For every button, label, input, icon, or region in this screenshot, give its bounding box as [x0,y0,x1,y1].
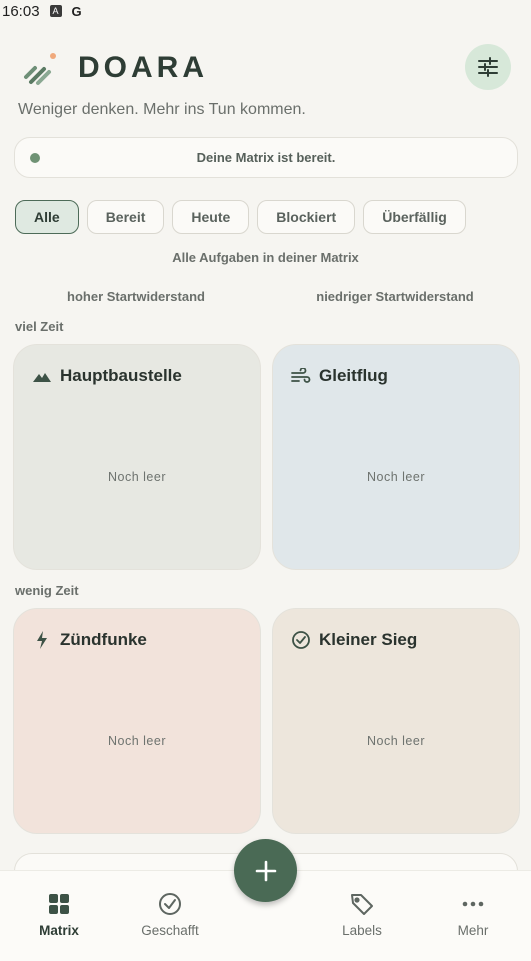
quadrant-hauptbaustelle[interactable]: Hauptbaustelle Noch leer [13,344,261,570]
column-header-low: niedriger Startwiderstand [316,289,474,304]
empty-state: Noch leer [108,734,166,748]
nav-label: Matrix [39,923,79,938]
nav-label: Geschafft [141,923,199,938]
filter-chips: Alle Bereit Heute Blockiert Überfällig [15,200,466,234]
quadrant-title: Hauptbaustelle [32,366,182,386]
nav-item-labels[interactable]: Labels [317,891,407,938]
grid-icon [14,891,104,917]
quadrant-title-text: Hauptbaustelle [60,366,182,385]
status-bar: 16:03 A G [0,0,531,22]
bolt-icon [32,630,52,650]
more-icon [428,891,518,917]
mountain-icon [32,366,52,386]
row-label-little-time: wenig Zeit [15,583,79,598]
logo-icon [24,53,56,85]
status-text: Deine Matrix ist bereit. [196,150,336,165]
sliders-icon [478,57,498,77]
quadrant-title: Gleitflug [291,366,388,386]
tagline: Weniger denken. Mehr ins Tun kommen. [18,101,306,118]
wind-icon [291,366,311,386]
check-circle-icon [291,630,311,650]
app-header: DOARA [22,48,512,88]
quadrant-title-text: Zündfunke [60,630,147,649]
plus-icon [255,860,276,881]
filter-chip-bereit[interactable]: Bereit [86,200,165,234]
nav-label: Labels [342,923,382,938]
quadrant-gleitflug[interactable]: Gleitflug Noch leer [272,344,520,570]
quadrant-title-text: Gleitflug [319,366,388,385]
column-header-high: hoher Startwiderstand [67,289,205,304]
check-circle-icon [125,891,215,917]
filter-chip-heute[interactable]: Heute [172,200,250,234]
status-dot [30,153,40,163]
nav-item-matrix[interactable]: Matrix [14,891,104,938]
filter-chip-alle[interactable]: Alle [15,200,79,234]
g-icon: G [71,3,82,19]
quadrant-title: Kleiner Sieg [291,630,417,650]
nav-label: Mehr [457,923,489,938]
nav-item-geschafft[interactable]: Geschafft [125,891,215,938]
row-label-much-time: viel Zeit [15,319,64,334]
add-task-button[interactable] [234,839,297,902]
quadrant-title: Zündfunke [32,630,147,650]
matrix-title: Alle Aufgaben in deiner Matrix [172,250,359,265]
brand-title: DOARA [78,51,208,84]
empty-state: Noch leer [367,734,425,748]
empty-state: Noch leer [367,470,425,484]
nav-item-mehr[interactable]: Mehr [428,891,518,938]
filter-chip-ueberfaellig[interactable]: Überfällig [363,200,466,234]
quadrant-title-text: Kleiner Sieg [319,630,418,649]
empty-state: Noch leer [108,470,166,484]
status-card: Deine Matrix ist bereit. [14,137,518,178]
tag-icon [317,891,407,917]
settings-button[interactable] [465,44,511,90]
a-box-icon: A [49,5,62,17]
status-time: 16:03 [2,2,40,20]
quadrant-kleiner-sieg[interactable]: Kleiner Sieg Noch leer [272,608,520,834]
quadrant-zuendfunke[interactable]: Zündfunke Noch leer [13,608,261,834]
filter-chip-blockiert[interactable]: Blockiert [257,200,356,234]
